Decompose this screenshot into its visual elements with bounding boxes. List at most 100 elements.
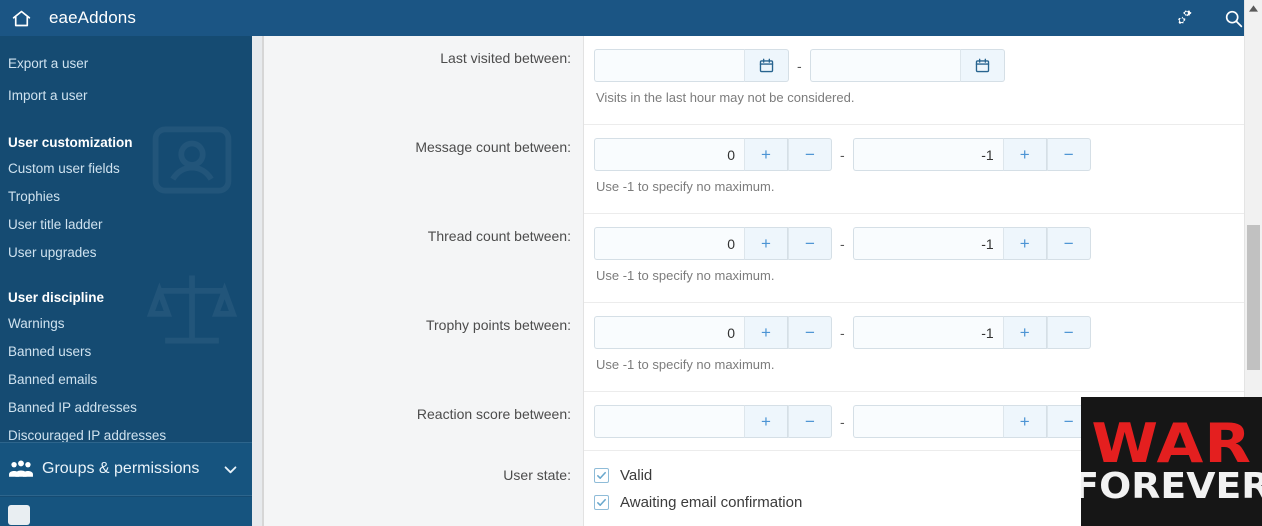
top-header-bar: eaeAddons: [0, 0, 1262, 36]
form-row-message-count: Message count between: + − - + −: [264, 125, 1244, 214]
decrement-button[interactable]: −: [1046, 138, 1091, 171]
decrement-button[interactable]: −: [1046, 227, 1091, 260]
label-user-state-text: User state:: [503, 467, 571, 483]
sidebar-bottom-strip: [0, 497, 252, 526]
range-separator: -: [840, 235, 845, 252]
hint-trophy-points: Use -1 to specify no maximum.: [596, 357, 775, 372]
checkbox-valid[interactable]: [594, 468, 609, 483]
message-count-max-group[interactable]: + −: [852, 138, 1091, 171]
sidebar-heading-user-customization: User customization: [8, 135, 133, 150]
increment-button[interactable]: +: [744, 227, 788, 260]
increment-button[interactable]: +: [1002, 316, 1047, 349]
hint-message-count: Use -1 to specify no maximum.: [596, 179, 775, 194]
sidebar-item-trophies[interactable]: Trophies: [4, 183, 252, 211]
trophy-points-min-input[interactable]: [594, 316, 744, 349]
thread-count-min-group[interactable]: + −: [594, 227, 832, 260]
overlay-text-forever: FOREVER: [1081, 465, 1262, 507]
reaction-score-max-group[interactable]: + −: [852, 405, 1091, 438]
range-separator: -: [797, 57, 802, 74]
page-title: eaeAddons: [49, 8, 136, 27]
sidebar-bottom-icon[interactable]: [8, 505, 30, 525]
form-row-thread-count: Thread count between: + − - + −: [264, 214, 1244, 303]
trophy-points-max-group[interactable]: + −: [852, 316, 1091, 349]
thread-count-min-input[interactable]: [594, 227, 744, 260]
trophy-points-max-input[interactable]: [852, 316, 1003, 349]
scroll-up-arrow-icon[interactable]: [1245, 0, 1262, 17]
label-last-visited: Last visited between:: [264, 36, 584, 125]
thread-count-max-input[interactable]: [852, 227, 1003, 260]
message-count-max-input[interactable]: [852, 138, 1003, 171]
war-forever-overlay-image: WAR FOREVER: [1081, 397, 1262, 526]
checkbox-label-awaiting-email-confirmation: Awaiting email confirmation: [620, 494, 803, 511]
sidebar-item-banned-users[interactable]: Banned users: [4, 338, 252, 366]
increment-button[interactable]: +: [1002, 138, 1047, 171]
decrement-button[interactable]: −: [1046, 316, 1091, 349]
app-root: eaeAddons Export a user Import a user Us…: [0, 0, 1262, 526]
decrement-button[interactable]: −: [788, 316, 832, 349]
scrollbar-thumb[interactable]: [1247, 225, 1260, 370]
sidebar-item-import-a-user[interactable]: Import a user: [4, 78, 252, 110]
sidebar-item-banned-emails[interactable]: Banned emails: [4, 366, 252, 394]
label-trophy-points: Trophy points between:: [264, 303, 584, 392]
checkbox-awaiting-email-confirmation[interactable]: [594, 495, 609, 510]
calendar-icon[interactable]: [959, 49, 1005, 82]
label-thread-count-text: Thread count between:: [427, 228, 571, 244]
label-trophy-points-text: Trophy points between:: [425, 317, 571, 333]
form-row-trophy-points: Trophy points between: + − - + −: [264, 303, 1244, 392]
date-end-group[interactable]: [809, 49, 1005, 82]
thread-count-max-group[interactable]: + −: [852, 227, 1091, 260]
range-separator: -: [840, 324, 845, 341]
field-last-visited: - Visits in the last hour may not be con…: [584, 36, 1244, 117]
last-visited-end-input[interactable]: [809, 49, 960, 82]
reaction-score-min-input[interactable]: [594, 405, 744, 438]
increment-button[interactable]: +: [744, 316, 788, 349]
label-message-count: Message count between:: [264, 125, 584, 214]
message-count-min-group[interactable]: + −: [594, 138, 832, 171]
sidebar-item-export-a-user[interactable]: Export a user: [4, 48, 252, 78]
increment-button[interactable]: +: [1002, 227, 1047, 260]
range-separator: -: [840, 146, 845, 163]
decrement-button[interactable]: −: [788, 227, 832, 260]
message-count-min-input[interactable]: [594, 138, 744, 171]
reaction-score-min-group[interactable]: + −: [594, 405, 832, 438]
chevron-down-icon[interactable]: [208, 461, 252, 478]
sidebar-heading-user-discipline: User discipline: [8, 290, 105, 305]
label-thread-count: Thread count between:: [264, 214, 584, 303]
hint-last-visited: Visits in the last hour may not be consi…: [596, 90, 855, 105]
form-row-last-visited: Last visited between: - Visits in the la…: [264, 36, 1244, 125]
sidebar-content-gap: [252, 36, 264, 526]
label-reaction-score: Reaction score between:: [264, 392, 584, 451]
gears-icon[interactable]: [1175, 8, 1197, 28]
last-visited-start-input[interactable]: [594, 49, 744, 82]
decrement-button[interactable]: −: [788, 405, 832, 438]
calendar-icon[interactable]: [744, 49, 789, 82]
sidebar[interactable]: Export a user Import a user User customi…: [0, 36, 252, 526]
sidebar-groups-label: Groups & permissions: [42, 460, 200, 477]
sidebar-item-user-title-ladder[interactable]: User title ladder: [4, 211, 252, 239]
increment-button[interactable]: +: [744, 138, 788, 171]
home-icon[interactable]: [3, 0, 39, 36]
increment-button[interactable]: +: [744, 405, 788, 438]
sidebar-item-warnings[interactable]: Warnings: [4, 310, 252, 338]
reaction-score-max-input[interactable]: [852, 405, 1003, 438]
field-trophy-points: + − - + − Use -1 to specify no maximum.: [584, 303, 1244, 384]
checkbox-label-valid: Valid: [620, 467, 653, 484]
label-user-state: User state:: [264, 451, 584, 526]
field-thread-count: + − - + − Use -1 to specify no maximum.: [584, 214, 1244, 295]
decrement-button[interactable]: −: [788, 138, 832, 171]
sidebar-item-groups-permissions[interactable]: Groups & permissions: [0, 442, 252, 496]
label-last-visited-text: Last visited between:: [440, 50, 571, 66]
sidebar-item-custom-user-fields[interactable]: Custom user fields: [4, 155, 252, 183]
label-reaction-score-text: Reaction score between:: [416, 406, 571, 422]
range-separator: -: [840, 413, 845, 430]
sidebar-item-user-upgrades[interactable]: User upgrades: [4, 239, 252, 267]
trophy-points-min-group[interactable]: + −: [594, 316, 832, 349]
label-message-count-text: Message count between:: [415, 139, 571, 155]
date-start-group[interactable]: [594, 49, 789, 82]
search-icon[interactable]: [1223, 8, 1244, 29]
sidebar-item-banned-ip-addresses[interactable]: Banned IP addresses: [4, 394, 252, 422]
field-message-count: + − - + − Use -1 to specify no maximum.: [584, 125, 1244, 206]
increment-button[interactable]: +: [1002, 405, 1047, 438]
sidebar-item-cut-top[interactable]: [4, 36, 252, 48]
overlay-text-war: WAR: [1091, 412, 1252, 475]
